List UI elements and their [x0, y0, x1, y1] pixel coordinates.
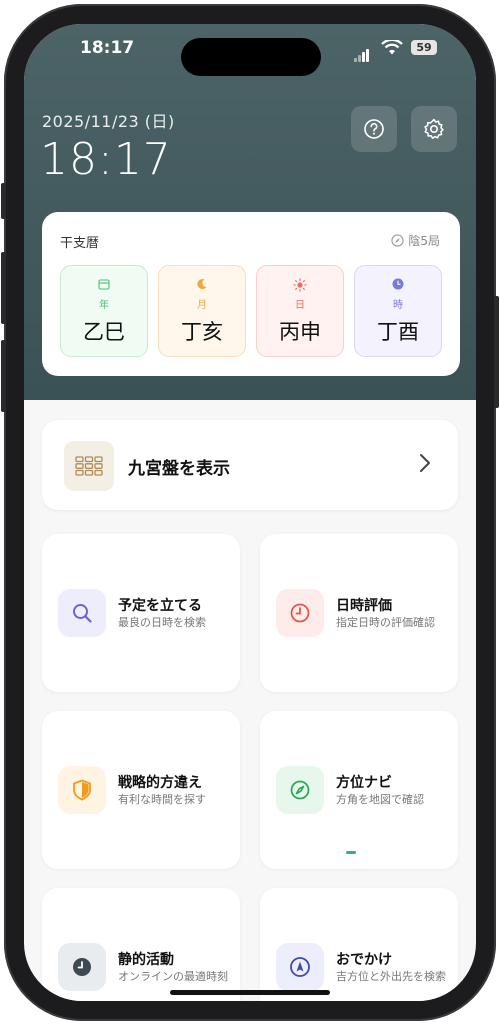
- tile-subtitle: 指定日時の評価確認: [336, 616, 435, 629]
- wifi-icon: [381, 38, 403, 60]
- sun-icon: [293, 278, 307, 292]
- pillar-value: 丙申: [279, 320, 321, 344]
- navigation-arrow-icon: [276, 943, 324, 991]
- shield-icon: [58, 766, 106, 814]
- clock-text: 18:17: [40, 134, 172, 185]
- pillar-hour: 時 丁酉: [354, 265, 442, 357]
- grid-icon: [64, 441, 114, 491]
- power-button: [494, 296, 499, 408]
- volume-down-button: [1, 340, 6, 412]
- kanshi-calendar-card: 干支暦 陰5局 年 乙巳 月 丁亥 日 丙申 時 丁酉: [42, 212, 460, 376]
- pillar-label: 時: [393, 300, 403, 311]
- calendar-icon: [98, 279, 110, 290]
- tile-schedule[interactable]: 予定を立てる 最良の日時を検索: [42, 534, 240, 692]
- pillar-value: 丁酉: [377, 320, 419, 344]
- pillar-year: 年 乙巳: [60, 265, 148, 357]
- pillar-month: 月 丁亥: [158, 265, 246, 357]
- gear-icon: [424, 118, 444, 139]
- kyoku-label: 陰5局: [408, 234, 440, 248]
- tile-datetime-evaluation[interactable]: 日時評価 指定日時の評価確認: [260, 534, 458, 692]
- pillar-value: 丁亥: [181, 320, 223, 344]
- dynamic-island: [181, 38, 321, 76]
- tile-subtitle: オンラインの最適時刻: [118, 970, 228, 983]
- tile-strategic-katatagae[interactable]: 戦略的方違え 有利な時間を探す: [42, 711, 240, 869]
- kyoku-indicator: 陰5局: [391, 232, 440, 249]
- date-text: 2025/11/23 (日): [42, 112, 175, 131]
- screen: 18:17 59 2025/11/23 (日) 18:17 干支暦 陰5局 年 …: [24, 24, 476, 1001]
- help-button[interactable]: [351, 106, 397, 152]
- help-icon: [364, 119, 384, 139]
- tile-going-out[interactable]: おでかけ 吉方位と外出先を検索: [260, 888, 458, 1001]
- card-title: 干支暦: [60, 236, 100, 251]
- action-button: [1, 183, 6, 219]
- compass-icon: [391, 234, 404, 247]
- kyuseiban-label: 九宮盤を表示: [128, 459, 230, 479]
- clock-icon: [276, 589, 324, 637]
- chevron-right-icon: [418, 452, 432, 478]
- page-indicator: [346, 851, 356, 854]
- volume-up-button: [1, 252, 6, 324]
- battery-icon: 59: [411, 40, 437, 55]
- tile-title: 方位ナビ: [336, 775, 392, 791]
- clock-icon: [58, 943, 106, 991]
- tile-title: 戦略的方違え: [118, 775, 202, 791]
- compass-icon: [276, 766, 324, 814]
- signal-icon: [354, 43, 370, 62]
- tile-static-activity[interactable]: 静的活動 オンラインの最適時刻: [42, 888, 240, 1001]
- moon-icon: [197, 279, 207, 290]
- tile-title: おでかけ: [336, 952, 392, 968]
- tile-subtitle: 最良の日時を検索: [118, 616, 206, 629]
- pillar-label: 年: [99, 300, 109, 311]
- show-kyuseiban-button[interactable]: 九宮盤を表示: [42, 420, 458, 510]
- tile-subtitle: 吉方位と外出先を検索: [336, 970, 446, 983]
- pillar-value: 乙巳: [83, 320, 125, 344]
- pillar-label: 日: [295, 300, 305, 311]
- tile-title: 予定を立てる: [118, 598, 202, 614]
- tile-title: 日時評価: [336, 598, 392, 614]
- pillar-day: 日 丙申: [256, 265, 344, 357]
- search-icon: [58, 589, 106, 637]
- pillars: 年 乙巳 月 丁亥 日 丙申 時 丁酉: [60, 265, 442, 357]
- tile-direction-navi[interactable]: 方位ナビ 方角を地図で確認: [260, 711, 458, 869]
- tile-subtitle: 方角を地図で確認: [336, 793, 424, 806]
- tile-title: 静的活動: [118, 952, 174, 968]
- pillar-label: 月: [197, 300, 207, 311]
- status-time: 18:17: [80, 38, 135, 58]
- home-indicator[interactable]: [170, 990, 330, 995]
- tile-subtitle: 有利な時間を探す: [118, 793, 206, 806]
- settings-button[interactable]: [411, 106, 457, 152]
- clock-icon: [392, 278, 404, 290]
